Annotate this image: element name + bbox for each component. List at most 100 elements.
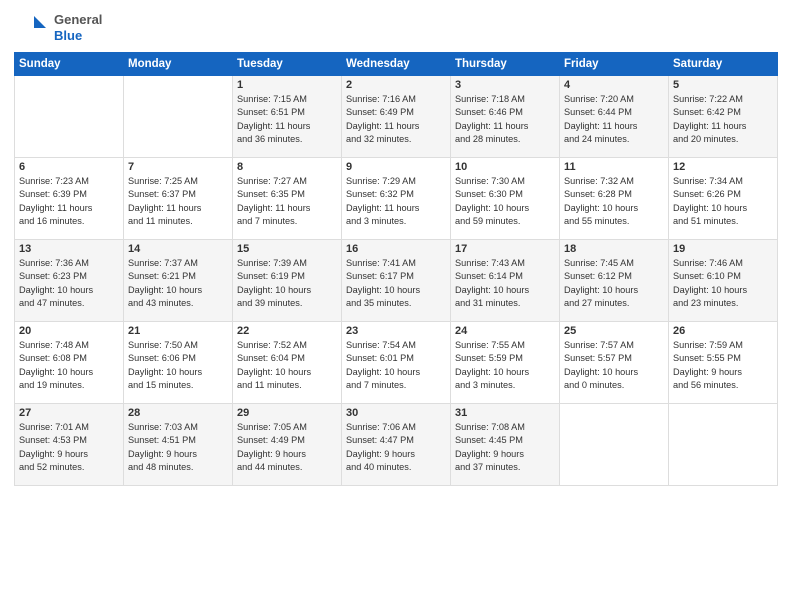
day-info: Sunrise: 7:15 AM Sunset: 6:51 PM Dayligh… — [237, 93, 337, 146]
day-cell: 18Sunrise: 7:45 AM Sunset: 6:12 PM Dayli… — [560, 240, 669, 322]
day-cell: 20Sunrise: 7:48 AM Sunset: 6:08 PM Dayli… — [15, 322, 124, 404]
day-number: 8 — [237, 161, 337, 173]
day-cell — [669, 404, 778, 486]
weekday-header-monday: Monday — [124, 53, 233, 76]
day-number: 5 — [673, 79, 773, 91]
day-info: Sunrise: 7:05 AM Sunset: 4:49 PM Dayligh… — [237, 421, 337, 474]
day-info: Sunrise: 7:57 AM Sunset: 5:57 PM Dayligh… — [564, 339, 664, 392]
day-number: 21 — [128, 325, 228, 337]
week-row-4: 20Sunrise: 7:48 AM Sunset: 6:08 PM Dayli… — [15, 322, 778, 404]
day-number: 31 — [455, 407, 555, 419]
day-number: 9 — [346, 161, 446, 173]
day-cell — [124, 76, 233, 158]
day-info: Sunrise: 7:18 AM Sunset: 6:46 PM Dayligh… — [455, 93, 555, 146]
logo-blue: Blue — [54, 28, 102, 44]
weekday-header-saturday: Saturday — [669, 53, 778, 76]
day-info: Sunrise: 7:37 AM Sunset: 6:21 PM Dayligh… — [128, 257, 228, 310]
day-number: 17 — [455, 243, 555, 255]
day-info: Sunrise: 7:59 AM Sunset: 5:55 PM Dayligh… — [673, 339, 773, 392]
day-number: 19 — [673, 243, 773, 255]
day-info: Sunrise: 7:34 AM Sunset: 6:26 PM Dayligh… — [673, 175, 773, 228]
day-info: Sunrise: 7:25 AM Sunset: 6:37 PM Dayligh… — [128, 175, 228, 228]
calendar-container: GeneralBlue SundayMondayTuesdayWednesday… — [0, 0, 792, 612]
day-info: Sunrise: 7:50 AM Sunset: 6:06 PM Dayligh… — [128, 339, 228, 392]
day-cell: 12 Sunrise: 7:34 AM Sunset: 6:26 PM Dayli… — [669, 158, 778, 240]
day-info: Sunrise: 7:20 AM Sunset: 6:44 PM Dayligh… — [564, 93, 664, 146]
day-cell: 31 Sunrise: 7:08 AM Sunset: 4:45 PM Dayli… — [451, 404, 560, 486]
day-cell: 6 Sunrise: 7:23 AM Sunset: 6:39 PM Daylig… — [15, 158, 124, 240]
day-cell: 24 Sunrise: 7:55 AM Sunset: 5:59 PM Dayli… — [451, 322, 560, 404]
day-number: 2 — [346, 79, 446, 91]
day-cell: 11 Sunrise: 7:32 AM Sunset: 6:28 PM Dayli… — [560, 158, 669, 240]
day-number: 25 — [564, 325, 664, 337]
day-info: Sunrise: 7:22 AM Sunset: 6:42 PM Dayligh… — [673, 93, 773, 146]
day-number: 16 — [346, 243, 446, 255]
day-number: 26 — [673, 325, 773, 337]
day-cell: 21 Sunrise: 7:50 AM Sunset: 6:06 PM Dayli… — [124, 322, 233, 404]
day-info: Sunrise: 7:23 AM Sunset: 6:39 PM Dayligh… — [19, 175, 119, 228]
day-info: Sunrise: 7:30 AM Sunset: 6:30 PM Dayligh… — [455, 175, 555, 228]
day-info: Sunrise: 7:08 AM Sunset: 4:45 PM Dayligh… — [455, 421, 555, 474]
day-cell: 2 Sunrise: 7:16 AM Sunset: 6:49 PM Daylig… — [342, 76, 451, 158]
day-cell: 16 Sunrise: 7:41 AM Sunset: 6:17 PM Dayli… — [342, 240, 451, 322]
day-info: Sunrise: 7:29 AM Sunset: 6:32 PM Dayligh… — [346, 175, 446, 228]
week-row-3: 13 Sunrise: 7:36 AM Sunset: 6:23 PM Dayli… — [15, 240, 778, 322]
logo-general: General — [54, 12, 102, 28]
weekday-header-tuesday: Tuesday — [233, 53, 342, 76]
day-cell: 29 Sunrise: 7:05 AM Sunset: 4:49 PM Dayli… — [233, 404, 342, 486]
calendar-table: SundayMondayTuesdayWednesdayThursdayFrid… — [14, 52, 778, 486]
day-number: 11 — [564, 161, 664, 173]
day-cell: 28 Sunrise: 7:03 AM Sunset: 4:51 PM Dayli… — [124, 404, 233, 486]
weekday-header-sunday: Sunday — [15, 53, 124, 76]
day-number: 7 — [128, 161, 228, 173]
day-number: 20 — [19, 325, 119, 337]
day-info: Sunrise: 7:36 AM Sunset: 6:23 PM Dayligh… — [19, 257, 119, 310]
day-cell: 26 Sunrise: 7:59 AM Sunset: 5:55 PM Dayli… — [669, 322, 778, 404]
day-cell — [560, 404, 669, 486]
day-cell: 4 Sunrise: 7:20 AM Sunset: 6:44 PM Daylig… — [560, 76, 669, 158]
day-cell: 23Sunrise: 7:54 AM Sunset: 6:01 PM Dayli… — [342, 322, 451, 404]
day-number: 30 — [346, 407, 446, 419]
day-number: 4 — [564, 79, 664, 91]
day-cell: 1 Sunrise: 7:15 AM Sunset: 6:51 PM Daylig… — [233, 76, 342, 158]
week-row-1: 1 Sunrise: 7:15 AM Sunset: 6:51 PM Daylig… — [15, 76, 778, 158]
day-info: Sunrise: 7:39 AM Sunset: 6:19 PM Dayligh… — [237, 257, 337, 310]
day-cell: 14Sunrise: 7:37 AM Sunset: 6:21 PM Dayli… — [124, 240, 233, 322]
day-number: 1 — [237, 79, 337, 91]
day-cell: 7 Sunrise: 7:25 AM Sunset: 6:37 PM Daylig… — [124, 158, 233, 240]
day-number: 15 — [237, 243, 337, 255]
day-cell: 3 Sunrise: 7:18 AM Sunset: 6:46 PM Daylig… — [451, 76, 560, 158]
day-cell: 27Sunrise: 7:01 AM Sunset: 4:53 PM Dayli… — [15, 404, 124, 486]
day-info: Sunrise: 7:41 AM Sunset: 6:17 PM Dayligh… — [346, 257, 446, 310]
header: GeneralBlue — [14, 10, 778, 46]
week-row-5: 27Sunrise: 7:01 AM Sunset: 4:53 PM Dayli… — [15, 404, 778, 486]
logo-svg — [14, 10, 50, 46]
day-info: Sunrise: 7:03 AM Sunset: 4:51 PM Dayligh… — [128, 421, 228, 474]
day-number: 28 — [128, 407, 228, 419]
day-cell: 5 Sunrise: 7:22 AM Sunset: 6:42 PM Daylig… — [669, 76, 778, 158]
day-info: Sunrise: 7:45 AM Sunset: 6:12 PM Dayligh… — [564, 257, 664, 310]
day-info: Sunrise: 7:32 AM Sunset: 6:28 PM Dayligh… — [564, 175, 664, 228]
day-number: 12 — [673, 161, 773, 173]
day-info: Sunrise: 7:43 AM Sunset: 6:14 PM Dayligh… — [455, 257, 555, 310]
day-cell: 30Sunrise: 7:06 AM Sunset: 4:47 PM Dayli… — [342, 404, 451, 486]
day-cell: 10Sunrise: 7:30 AM Sunset: 6:30 PM Dayli… — [451, 158, 560, 240]
day-info: Sunrise: 7:16 AM Sunset: 6:49 PM Dayligh… — [346, 93, 446, 146]
day-cell: 9 Sunrise: 7:29 AM Sunset: 6:32 PM Daylig… — [342, 158, 451, 240]
day-cell: 25 Sunrise: 7:57 AM Sunset: 5:57 PM Dayli… — [560, 322, 669, 404]
day-info: Sunrise: 7:46 AM Sunset: 6:10 PM Dayligh… — [673, 257, 773, 310]
day-number: 6 — [19, 161, 119, 173]
day-info: Sunrise: 7:54 AM Sunset: 6:01 PM Dayligh… — [346, 339, 446, 392]
week-row-2: 6 Sunrise: 7:23 AM Sunset: 6:39 PM Daylig… — [15, 158, 778, 240]
weekday-header-thursday: Thursday — [451, 53, 560, 76]
day-info: Sunrise: 7:52 AM Sunset: 6:04 PM Dayligh… — [237, 339, 337, 392]
day-cell: 17 Sunrise: 7:43 AM Sunset: 6:14 PM Dayli… — [451, 240, 560, 322]
day-number: 3 — [455, 79, 555, 91]
day-number: 24 — [455, 325, 555, 337]
day-number: 29 — [237, 407, 337, 419]
day-info: Sunrise: 7:55 AM Sunset: 5:59 PM Dayligh… — [455, 339, 555, 392]
day-number: 27 — [19, 407, 119, 419]
day-number: 13 — [19, 243, 119, 255]
day-cell: 19 Sunrise: 7:46 AM Sunset: 6:10 PM Dayli… — [669, 240, 778, 322]
day-cell: 8Sunrise: 7:27 AM Sunset: 6:35 PM Daylig… — [233, 158, 342, 240]
